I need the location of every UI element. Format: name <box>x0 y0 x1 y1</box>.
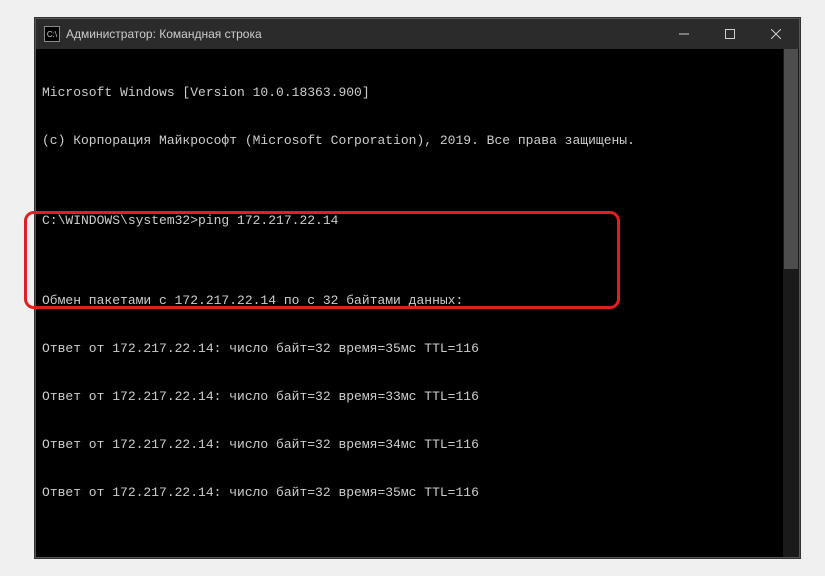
scrollbar-thumb[interactable] <box>784 49 798 269</box>
window-title: Администратор: Командная строка <box>66 27 661 41</box>
maximize-button[interactable] <box>707 19 753 49</box>
titlebar[interactable]: C:\ Администратор: Командная строка <box>36 19 799 49</box>
output-line: Ответ от 172.217.22.14: число байт=32 вр… <box>42 341 793 357</box>
vertical-scrollbar[interactable] <box>783 49 799 557</box>
minimize-button[interactable] <box>661 19 707 49</box>
terminal-output[interactable]: Microsoft Windows [Version 10.0.18363.90… <box>36 49 799 557</box>
window-controls <box>661 19 799 49</box>
output-line: (c) Корпорация Майкрософт (Microsoft Cor… <box>42 133 793 149</box>
output-line: Ответ от 172.217.22.14: число байт=32 вр… <box>42 437 793 453</box>
close-button[interactable] <box>753 19 799 49</box>
output-line: C:\WINDOWS\system32>ping 172.217.22.14 <box>42 213 793 229</box>
output-line: Microsoft Windows [Version 10.0.18363.90… <box>42 85 793 101</box>
output-line: Ответ от 172.217.22.14: число байт=32 вр… <box>42 389 793 405</box>
output-line: Обмен пакетами с 172.217.22.14 по с 32 б… <box>42 293 793 309</box>
output-line: Ответ от 172.217.22.14: число байт=32 вр… <box>42 485 793 501</box>
app-icon: C:\ <box>44 26 60 42</box>
command-prompt-window: C:\ Администратор: Командная строка Micr… <box>35 18 800 558</box>
